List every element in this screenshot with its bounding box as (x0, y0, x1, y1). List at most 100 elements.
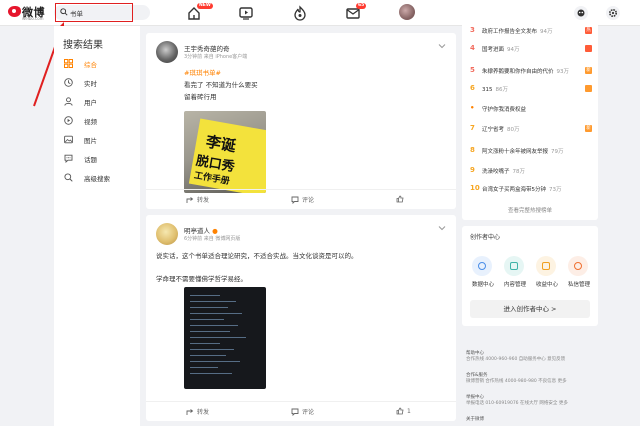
avatar[interactable] (156, 223, 178, 245)
post-username[interactable]: 明亭道人 ● (184, 225, 218, 235)
footer-row: 举报中心 举报电话 010-60919076 在线大厅 网络安全 更多 (466, 395, 568, 406)
like-button[interactable]: 1 (396, 407, 411, 415)
feed-card: 明亭道人 ● 6分钟前 来自 微博网页版 说实话，这个书单适合理论研究，不适合实… (146, 215, 456, 421)
sidebar-item-label: 用户 (84, 99, 97, 107)
hot-search-item[interactable]: 6 315 86万 (470, 82, 594, 96)
notification-button[interactable] (574, 6, 588, 20)
post-image[interactable] (184, 287, 266, 389)
search-icon (64, 173, 73, 182)
settings-button[interactable] (606, 6, 620, 20)
sidebar-item-images[interactable]: 图片 (64, 133, 134, 147)
person-icon (568, 256, 588, 276)
bell-icon (577, 9, 585, 17)
forward-label: 转发 (197, 409, 210, 416)
post-text-line: 学命理不需要懂佛学哲学易经。 (156, 275, 247, 283)
sidebar-item-users[interactable]: 用户 (64, 95, 134, 109)
message-badge: 65 (356, 3, 367, 9)
post-username[interactable]: 王宇秀奇葩的奇 (184, 43, 230, 53)
grid-icon (64, 59, 73, 68)
comment-button[interactable]: 评论 (291, 407, 315, 417)
post-meta: 3分钟前 来自 iPhone客户端 (184, 54, 248, 60)
hot-search-item[interactable]: 9 洗澡咬嘴子 78万 (470, 164, 594, 178)
clock-icon (64, 78, 73, 87)
sidebar-item-topics[interactable]: 话题 (64, 152, 134, 166)
hot-search-item[interactable]: 7 辽宁省考 80万 新 (470, 122, 594, 136)
hot-search-item[interactable]: • 守护你我消费权益 (470, 102, 594, 116)
sidebar-item-video[interactable]: 视频 (64, 114, 134, 128)
hot-search-item[interactable]: 8 阿文涨粉十余年被网友举报 79万 (470, 144, 594, 158)
sidebar-item-label: 视频 (84, 118, 97, 126)
sidebar-item-label: 图片 (84, 137, 97, 145)
hot-flag (585, 85, 592, 92)
comment-icon (291, 408, 299, 417)
comment-icon (291, 196, 299, 205)
post-text-line: 说实话，这个书单适合理论研究，不适合实战。当文化谈资是可以的。 (156, 252, 358, 260)
post-text-line: 看完了 不知道为什么要买 (184, 81, 258, 89)
forward-icon (186, 409, 194, 415)
sidebar-item-advanced-search[interactable]: 高级搜索 (64, 171, 134, 185)
search-sidebar: 搜索结果 综合 实时 用户 视频 图片 话题 高级搜索 (54, 26, 140, 426)
hot-flag: 热 (585, 27, 592, 34)
footer-row: 合作&服务 微博营销 合作热线 4000-980-980 不良信息 更多 (466, 373, 567, 384)
user-icon (64, 97, 73, 106)
private-message-management-button[interactable]: 私信管理 (566, 256, 592, 288)
hot-search-item[interactable]: 5 朱棣养鹅要和你作自由的代价 93万 新 (470, 64, 594, 78)
image-icon (64, 135, 73, 144)
hot-flag (585, 45, 592, 52)
comment-label: 评论 (302, 409, 315, 416)
post-image[interactable]: 李诞 脱口秀 工作手册 (184, 111, 266, 193)
comment-button[interactable]: 评论 (291, 195, 315, 205)
hot-search-item[interactable]: 3 政府工作报告全文发布 94万 热 (470, 24, 594, 38)
sidebar-item-label: 实时 (84, 80, 97, 88)
thumbs-up-icon (396, 407, 404, 415)
content-management-button[interactable]: 内容管理 (502, 256, 528, 288)
avatar[interactable] (156, 41, 178, 63)
chevron-down-icon[interactable] (438, 225, 446, 231)
hot-search-item[interactable]: 4 国考进面 94万 (470, 42, 594, 56)
topic-icon (64, 154, 73, 163)
sidebar-item-realtime[interactable]: 实时 (64, 76, 134, 90)
view-full-hot-search-link[interactable]: 查看完整热搜榜单 (462, 206, 598, 214)
like-count: 1 (407, 408, 411, 415)
document-icon (504, 256, 524, 276)
creator-center-title: 创作者中心 (470, 234, 501, 241)
sidebar-item-label: 话题 (84, 156, 97, 164)
user-avatar[interactable] (399, 4, 415, 20)
post-actions: 转发 评论 (146, 189, 456, 209)
revenue-center-button[interactable]: 收益中心 (534, 256, 560, 288)
like-button[interactable] (396, 195, 407, 203)
chevron-down-icon[interactable] (438, 43, 446, 49)
feed-card: 王宇秀奇葩的奇 3分钟前 来自 iPhone客户端 #琪琪书单# 看完了 不知道… (146, 33, 456, 209)
hot-fire-icon[interactable] (292, 5, 308, 21)
new-badge: NEW (197, 3, 213, 9)
forward-button[interactable]: 转发 (186, 407, 209, 416)
hot-search-panel: 3 政府工作报告全文发布 94万 热 4 国考进面 94万 5 朱棣养鹅要和你作自由… (462, 20, 598, 220)
creator-center-panel: 创作者中心 数据中心 内容管理 收益中心 私信管理 进入创作者中心 > (462, 226, 598, 326)
play-icon (64, 116, 73, 125)
hot-search-item[interactable]: 10 台湾女子买两盒海带5分钟 73万 (470, 182, 594, 196)
footer-row: 关于微博 (466, 417, 484, 422)
wallet-icon (536, 256, 556, 276)
gear-icon (608, 8, 618, 18)
sidebar-item-comprehensive[interactable]: 综合 (64, 57, 134, 71)
weibo-eye-icon (8, 6, 21, 17)
forward-icon (186, 197, 194, 203)
thumbs-up-icon (396, 195, 404, 203)
forward-button[interactable]: 转发 (186, 195, 209, 204)
sidebar-item-label: 高级搜索 (84, 175, 110, 183)
post-text-line: 留着砖行用 (184, 93, 217, 101)
sidebar-item-label: 综合 (84, 61, 97, 69)
enter-creator-center-button[interactable]: 进入创作者中心 > (470, 300, 590, 318)
post-meta: 6分钟前 来自 微博网页版 (184, 236, 241, 242)
footer-row: 帮助中心 合作热线 4000-960-960 自助服务中心 意见反馈 (466, 351, 566, 362)
post-actions: 转发 评论 1 (146, 401, 456, 421)
post-topic-tag[interactable]: #琪琪书单# (184, 67, 221, 77)
chart-icon (472, 256, 492, 276)
forward-label: 转发 (197, 197, 210, 204)
comment-label: 评论 (302, 197, 315, 204)
video-icon[interactable] (238, 5, 254, 21)
sidebar-title: 搜索结果 (63, 40, 103, 51)
new-flag: 新 (585, 67, 592, 74)
data-center-button[interactable]: 数据中心 (470, 256, 496, 288)
new-flag: 新 (585, 125, 592, 132)
